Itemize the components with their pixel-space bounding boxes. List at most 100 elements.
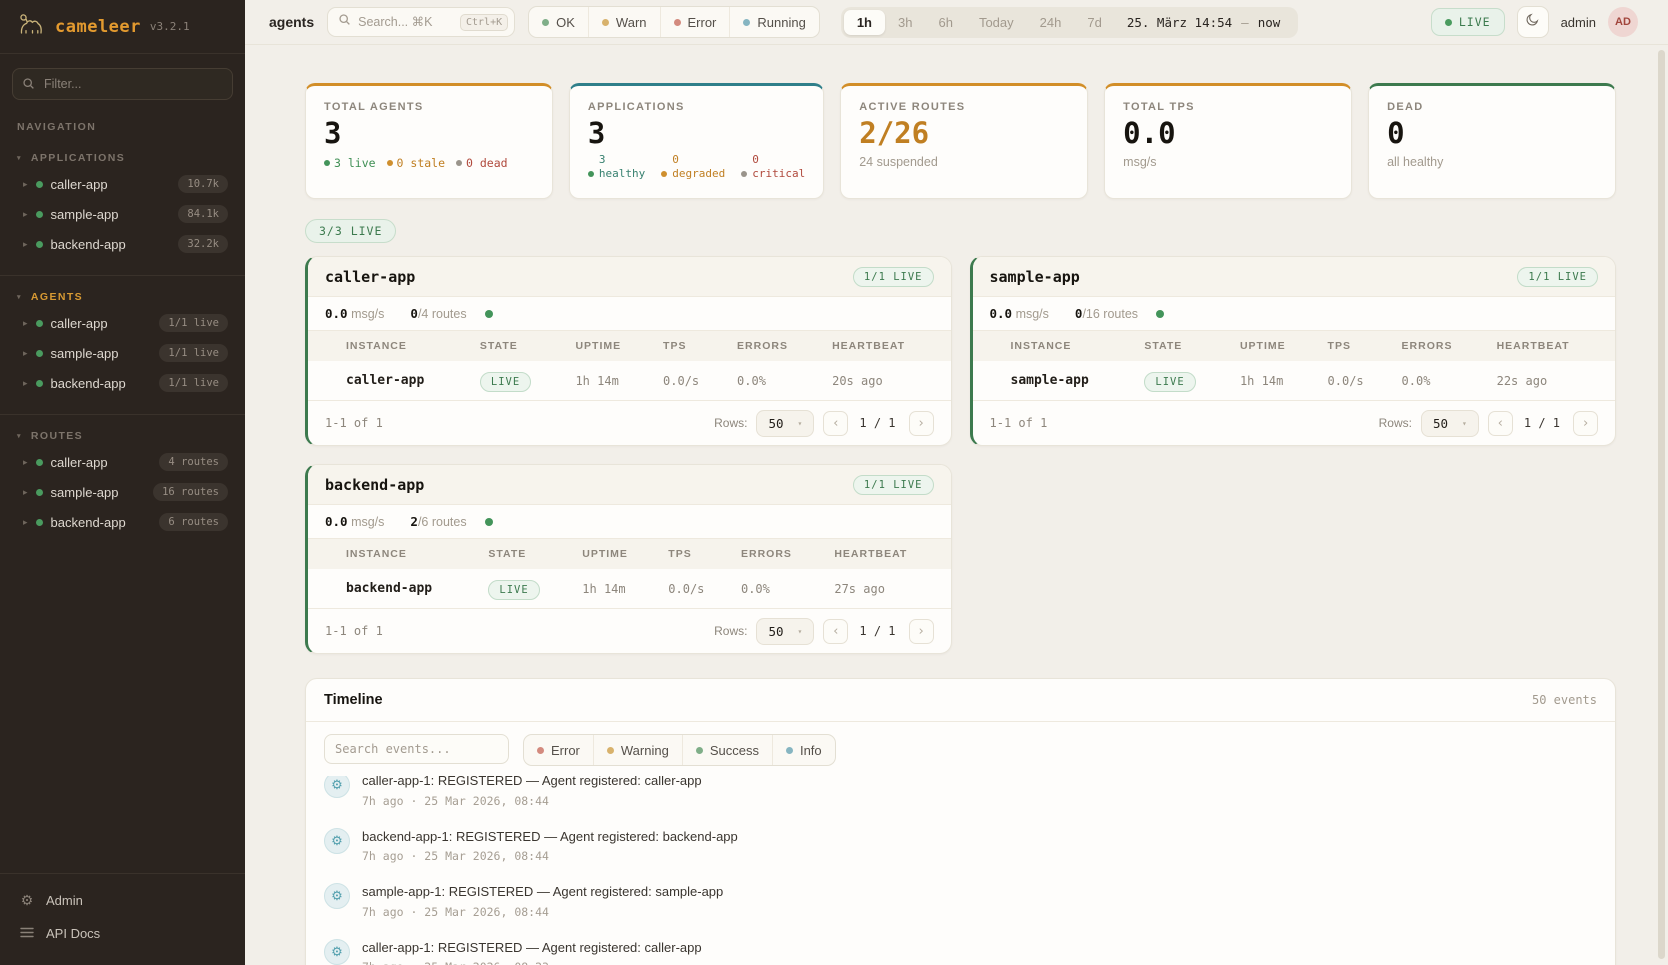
- time-range-display: 25. März 14:54 — now: [1115, 15, 1295, 30]
- live-pill: LIVE: [488, 580, 539, 600]
- filter-success[interactable]: Success: [682, 735, 772, 765]
- sidebar-item-backend-app-routes[interactable]: ▸ backend-app 6 routes: [8, 507, 237, 537]
- section-header-routes[interactable]: ▾ ROUTES: [8, 425, 237, 447]
- chevron-right-icon: ▸: [23, 209, 28, 220]
- app-card-stats: 0.0 msg/s 2/6 routes: [308, 505, 951, 539]
- instances-table: INSTANCE STATE UPTIME TPS ERRORS HEARTBE…: [973, 331, 1616, 400]
- item-badge: 84.1k: [178, 205, 228, 223]
- sidebar-item-backend-app[interactable]: ▸ backend-app 32.2k: [8, 229, 237, 259]
- caret-down-icon: ▾: [17, 293, 22, 301]
- prev-page-button[interactable]: ‹: [823, 619, 848, 644]
- time-range-3h[interactable]: 3h: [885, 10, 925, 35]
- section-header-applications[interactable]: ▾ APPLICATIONS: [8, 147, 237, 169]
- global-search-input[interactable]: [358, 15, 453, 29]
- app-card-title[interactable]: caller-app: [325, 268, 415, 286]
- sidebar-item-admin[interactable]: ⚙ Admin: [14, 884, 231, 917]
- cell-instance: backend-app: [338, 569, 480, 608]
- instances-table: INSTANCE STATE UPTIME TPS ERRORS HEARTBE…: [308, 539, 951, 608]
- prev-page-button[interactable]: ‹: [1488, 411, 1513, 436]
- time-range-today[interactable]: Today: [966, 10, 1027, 35]
- avatar[interactable]: AD: [1608, 7, 1638, 37]
- dead-dot-icon: [456, 160, 462, 166]
- stat-card-total-agents: TOTAL AGENTS 3 3 live 0 stale 0 dead: [305, 83, 553, 199]
- live-pill: 1/1 LIVE: [853, 267, 934, 287]
- next-page-button[interactable]: ›: [909, 411, 934, 436]
- event-item[interactable]: ⚙ caller-app-1: REGISTERED — Agent regis…: [324, 929, 1597, 965]
- events-count: 50 events: [1532, 693, 1597, 707]
- section-header-agents[interactable]: ▾ AGENTS: [8, 286, 237, 308]
- filter-ok[interactable]: OK: [529, 7, 588, 37]
- ok-dot-icon: [542, 19, 549, 26]
- app-card-title[interactable]: backend-app: [325, 476, 424, 494]
- event-item[interactable]: ⚙ sample-app-1: REGISTERED — Agent regis…: [324, 873, 1597, 929]
- sidebar-header: cameleer v3.2.1: [0, 0, 245, 54]
- gear-icon: ⚙: [324, 939, 350, 965]
- table-row[interactable]: sample-app LIVE 1h 14m 0.0/s 0.0% 22s ag…: [973, 361, 1616, 400]
- rows-per-page-select[interactable]: 50 ▾: [756, 410, 814, 437]
- chevron-right-icon: ▸: [23, 239, 28, 250]
- sidebar-item-caller-app-agent[interactable]: ▸ caller-app 1/1 live: [8, 308, 237, 338]
- status-filter-group: OK Warn Error Running: [528, 6, 820, 38]
- app-card-stats: 0.0 msg/s 0/4 routes: [308, 297, 951, 331]
- dark-mode-toggle[interactable]: [1517, 6, 1549, 38]
- stat-card-applications: APPLICATIONS 3 3healthy 0degraded 0criti…: [569, 83, 824, 199]
- cell-heartbeat: 20s ago: [824, 361, 950, 400]
- navigation-label: NAVIGATION: [0, 104, 245, 137]
- live-dot-icon: [1445, 19, 1452, 26]
- sidebar-item-api-docs[interactable]: API Docs: [14, 917, 231, 949]
- app-cards-grid: caller-app 1/1 LIVE 0.0 msg/s 0/4 routes…: [305, 256, 1616, 654]
- next-page-button[interactable]: ›: [1573, 411, 1598, 436]
- sidebar-item-sample-app-routes[interactable]: ▸ sample-app 16 routes: [8, 477, 237, 507]
- status-dot: [36, 181, 43, 188]
- chevron-right-icon: ▸: [23, 517, 28, 528]
- app-card-title[interactable]: sample-app: [990, 268, 1080, 286]
- sidebar-filter-input[interactable]: [12, 68, 233, 100]
- timeline-title: Timeline: [324, 692, 383, 708]
- degraded-dot-icon: [661, 171, 667, 177]
- table-row[interactable]: backend-app LIVE 1h 14m 0.0/s 0.0% 27s a…: [308, 569, 951, 608]
- sidebar-item-backend-app-agent[interactable]: ▸ backend-app 1/1 live: [8, 368, 237, 398]
- app-card-stats: 0.0 msg/s 0/16 routes: [973, 297, 1616, 331]
- filter-warn[interactable]: Warn: [588, 7, 660, 37]
- next-page-button[interactable]: ›: [909, 619, 934, 644]
- list-icon: [19, 925, 35, 941]
- filter-error[interactable]: Error: [524, 735, 593, 765]
- sidebar-item-caller-app[interactable]: ▸ caller-app 10.7k: [8, 169, 237, 199]
- cell-tps: 0.0/s: [1320, 361, 1394, 400]
- live-status-badge[interactable]: LIVE: [1431, 8, 1505, 36]
- rows-per-page-select[interactable]: 50 ▾: [756, 618, 814, 645]
- sidebar-item-sample-app-agent[interactable]: ▸ sample-app 1/1 live: [8, 338, 237, 368]
- filter-error[interactable]: Error: [660, 7, 730, 37]
- stat-value: 3: [588, 118, 805, 150]
- time-range-6h[interactable]: 6h: [925, 10, 965, 35]
- events-search-input[interactable]: [324, 734, 509, 764]
- prev-page-button[interactable]: ‹: [823, 411, 848, 436]
- filter-info[interactable]: Info: [772, 735, 835, 765]
- timeline-card: Timeline 50 events Error Warning: [305, 678, 1616, 965]
- filter-running[interactable]: Running: [729, 7, 818, 37]
- app-card-backend-app: backend-app 1/1 LIVE 0.0 msg/s 2/6 route…: [305, 464, 952, 654]
- time-range-1h[interactable]: 1h: [844, 10, 885, 35]
- warning-dot-icon: [607, 747, 614, 754]
- chevron-right-icon: ▸: [23, 487, 28, 498]
- global-search[interactable]: Ctrl+K: [327, 7, 515, 37]
- health-dot-icon: [485, 518, 493, 526]
- error-dot-icon: [537, 747, 544, 754]
- range-separator: —: [1241, 15, 1249, 30]
- chevron-right-icon: ▸: [23, 378, 28, 389]
- table-row[interactable]: caller-app LIVE 1h 14m 0.0/s 0.0% 20s ag…: [308, 361, 951, 400]
- main-area: agents Ctrl+K OK Warn Error Ru: [245, 0, 1668, 965]
- gear-icon: ⚙: [19, 892, 35, 909]
- time-range-24h[interactable]: 24h: [1027, 10, 1075, 35]
- event-item[interactable]: ⚙ caller-app-1: REGISTERED — Agent regis…: [324, 776, 1597, 818]
- row-range: 1-1 of 1: [325, 416, 383, 430]
- sidebar-item-caller-app-routes[interactable]: ▸ caller-app 4 routes: [8, 447, 237, 477]
- gear-icon: ⚙: [324, 776, 350, 798]
- events-list[interactable]: ⚙ caller-app-1: REGISTERED — Agent regis…: [306, 776, 1615, 965]
- filter-warning[interactable]: Warning: [593, 735, 682, 765]
- scrollbar[interactable]: [1658, 50, 1665, 959]
- event-item[interactable]: ⚙ backend-app-1: REGISTERED — Agent regi…: [324, 818, 1597, 874]
- time-range-7d[interactable]: 7d: [1074, 10, 1114, 35]
- rows-per-page-select[interactable]: 50 ▾: [1421, 410, 1479, 437]
- sidebar-item-sample-app[interactable]: ▸ sample-app 84.1k: [8, 199, 237, 229]
